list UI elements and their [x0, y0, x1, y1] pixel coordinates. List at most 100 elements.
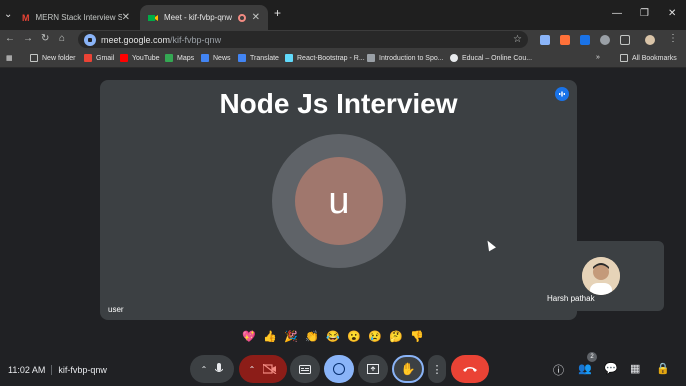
spotify-icon — [367, 54, 375, 62]
minimize-icon[interactable]: — — [612, 8, 622, 19]
menu-dots-icon[interactable]: ⋮ — [668, 33, 678, 44]
tab-search-icon[interactable]: ⌄ — [4, 9, 12, 20]
educal-icon — [450, 54, 458, 62]
emoji-button[interactable] — [324, 355, 354, 383]
bookmark-item[interactable]: Educal – Online Cou... — [450, 54, 532, 62]
reaction-thumbs-down[interactable]: 👎 — [408, 327, 426, 345]
avatar-ring: u — [272, 134, 406, 268]
reaction-clap[interactable]: 👏 — [303, 327, 321, 345]
bookmark-item[interactable]: Introduction to Spo... — [367, 54, 444, 62]
camera-control[interactable]: ⌃ — [239, 355, 287, 383]
recording-icon — [237, 13, 246, 22]
address-bar[interactable]: meet.google.com /kif-fvbp-qnw ☆ — [78, 31, 528, 48]
translate-icon — [238, 54, 246, 62]
folder-icon — [620, 54, 628, 62]
gmail-icon — [84, 54, 92, 62]
audio-level-icon — [555, 87, 569, 101]
chevron-up-icon[interactable]: ⌃ — [249, 365, 256, 374]
bookmark-star-icon[interactable]: ☆ — [513, 34, 522, 45]
site-info-icon[interactable] — [84, 33, 96, 46]
captions-button[interactable] — [290, 355, 320, 383]
more-options-button[interactable]: ⋮ — [428, 355, 446, 383]
extension-icon[interactable] — [540, 35, 550, 45]
participant-name: user — [108, 305, 124, 314]
more-vert-icon: ⋮ — [431, 363, 443, 376]
forward-icon[interactable]: → — [23, 33, 33, 44]
maximize-icon[interactable]: ❐ — [640, 8, 649, 19]
end-call-icon — [463, 367, 477, 372]
tab-meet[interactable]: Meet - kif-fvbp-qnw ✕ — [140, 5, 268, 30]
extension-icon[interactable] — [580, 35, 590, 45]
mic-control[interactable]: ⌃ — [190, 355, 234, 383]
extension-icon[interactable] — [560, 35, 570, 45]
reaction-laugh[interactable]: 😂 — [324, 327, 342, 345]
captions-icon — [299, 364, 311, 374]
bookmark-item[interactable]: Maps — [165, 54, 194, 62]
self-video-tile[interactable]: Harsh pathak — [539, 241, 664, 311]
reaction-surprised[interactable]: 😮 — [345, 327, 363, 345]
all-bookmarks[interactable]: All Bookmarks — [620, 54, 677, 62]
extensions-puzzle-icon[interactable] — [620, 35, 630, 45]
react-bootstrap-icon — [285, 54, 293, 62]
hand-icon: ✋ — [400, 362, 416, 376]
clock: 11:02 AM — [8, 365, 46, 375]
reaction-sad[interactable]: 😢 — [366, 327, 384, 345]
close-icon[interactable]: ✕ — [252, 12, 260, 23]
reaction-thumbs-up[interactable]: 👍 — [261, 327, 279, 345]
bookmark-item[interactable]: News — [201, 54, 231, 62]
close-icon[interactable]: ✕ — [122, 12, 130, 23]
reaction-thinking[interactable]: 🤔 — [387, 327, 405, 345]
avatar — [582, 257, 620, 295]
chat-icon[interactable]: 💬 — [604, 362, 618, 375]
tab-strip: ⌄ M MERN Stack Interview Schedulin ✕ Mee… — [0, 0, 686, 30]
present-button[interactable] — [358, 355, 388, 383]
meeting-info: 11:02 AM kif-fvbp-qnw — [8, 365, 107, 375]
back-icon[interactable]: ← — [5, 33, 15, 44]
reaction-party[interactable]: 🎉 — [282, 327, 300, 345]
profile-avatar[interactable] — [645, 35, 655, 45]
mic-icon — [215, 363, 224, 372]
extension-icon[interactable] — [600, 35, 610, 45]
info-icon[interactable]: ⓘ — [553, 362, 564, 378]
bookmarks-bar: ▦ New folder Gmail YouTube Maps News Tra… — [0, 50, 686, 68]
apps-grid-icon[interactable]: ▦ — [6, 54, 13, 62]
meeting-code: kif-fvbp-qnw — [58, 365, 107, 375]
activities-icon[interactable]: ▦ — [630, 362, 640, 375]
folder-icon — [30, 54, 38, 62]
reaction-heart[interactable]: 💖 — [240, 327, 258, 345]
stage-title: Node Js Interview — [219, 88, 458, 119]
meet-icon — [148, 13, 158, 23]
bookmark-item[interactable]: Translate — [238, 54, 279, 62]
gmail-icon: M — [22, 12, 30, 23]
news-icon — [201, 54, 209, 62]
tab-title: MERN Stack Interview Schedulin — [35, 13, 122, 22]
bookmark-item[interactable]: New folder — [30, 54, 75, 62]
people-icon[interactable]: 👥 — [578, 362, 592, 375]
more-bookmarks-icon[interactable]: » — [596, 54, 600, 61]
host-controls-icon[interactable]: 🔒 — [656, 362, 670, 375]
bookmark-item[interactable]: Gmail — [84, 54, 114, 62]
new-tab-button[interactable]: + — [274, 6, 281, 20]
url-host: meet.google.com — [101, 34, 171, 45]
youtube-icon — [120, 54, 128, 62]
people-count-badge: 2 — [587, 352, 597, 362]
maps-icon — [165, 54, 173, 62]
leave-call-button[interactable] — [451, 355, 489, 383]
raise-hand-button[interactable]: ✋ — [392, 355, 424, 383]
bookmark-item[interactable]: React-Bootstrap - R... — [285, 54, 365, 62]
tab-mern[interactable]: M MERN Stack Interview Schedulin ✕ — [14, 5, 138, 30]
main-video-tile: Node Js Interview u user — [100, 80, 577, 320]
tab-title: Meet - kif-fvbp-qnw — [164, 13, 233, 22]
home-icon[interactable]: ⌂ — [59, 33, 65, 44]
camera-off-icon — [263, 364, 277, 374]
url-path: /kif-fvbp-qnw — [170, 34, 222, 45]
reload-icon[interactable]: ↻ — [41, 33, 49, 44]
chevron-up-icon[interactable]: ⌃ — [201, 365, 208, 374]
avatar: u — [295, 157, 383, 245]
emoji-icon — [333, 363, 345, 375]
close-window-icon[interactable]: ✕ — [668, 8, 676, 19]
present-icon — [367, 364, 379, 374]
divider — [51, 365, 53, 375]
reactions-bar: 💖 👍 🎉 👏 😂 😮 😢 🤔 👎 — [240, 327, 426, 347]
bookmark-item[interactable]: YouTube — [120, 54, 160, 62]
